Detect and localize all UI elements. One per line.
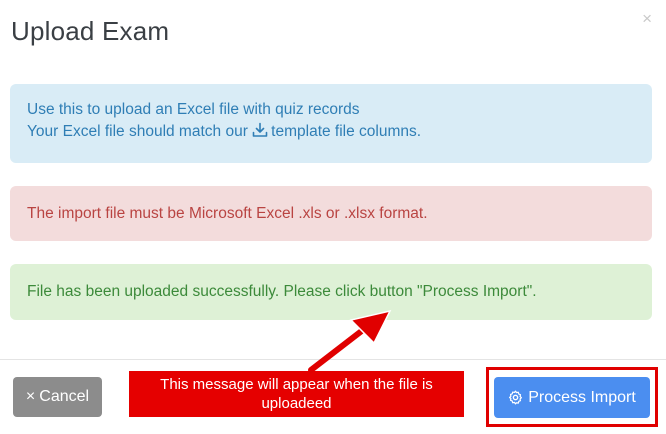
cancel-button-label: Cancel — [39, 388, 90, 405]
gear-icon — [509, 390, 523, 405]
footer-divider — [0, 359, 666, 360]
process-import-label: Process Import — [528, 388, 636, 406]
success-alert: File has been uploaded successfully. Ple… — [10, 264, 652, 320]
info-alert-line2: Your Excel file should match our templat… — [27, 121, 652, 143]
info-alert-line1: Use this to upload an Excel file with qu… — [27, 101, 360, 118]
upload-exam-modal: Upload Exam × Use this to upload an Exce… — [0, 0, 666, 434]
annotation-callout: This message will appear when the file i… — [129, 371, 464, 417]
info-alert-prefix: Your Excel file should match our — [27, 123, 253, 140]
modal-title: Upload Exam — [11, 16, 170, 46]
cancel-button[interactable]: × Cancel — [13, 377, 102, 417]
process-import-button[interactable]: Process Import — [494, 377, 650, 418]
template-file-link[interactable]: template file columns. — [252, 122, 422, 140]
close-icon[interactable]: × — [642, 10, 652, 27]
success-alert-text: File has been uploaded successfully. Ple… — [27, 283, 537, 300]
template-file-link-label: template file columns. — [271, 123, 422, 140]
download-icon — [252, 122, 268, 137]
danger-alert-text: The import file must be Microsoft Excel … — [27, 204, 428, 222]
danger-alert: The import file must be Microsoft Excel … — [10, 186, 652, 241]
info-alert: Use this to upload an Excel file with qu… — [10, 84, 652, 163]
close-icon: × — [25, 388, 36, 405]
